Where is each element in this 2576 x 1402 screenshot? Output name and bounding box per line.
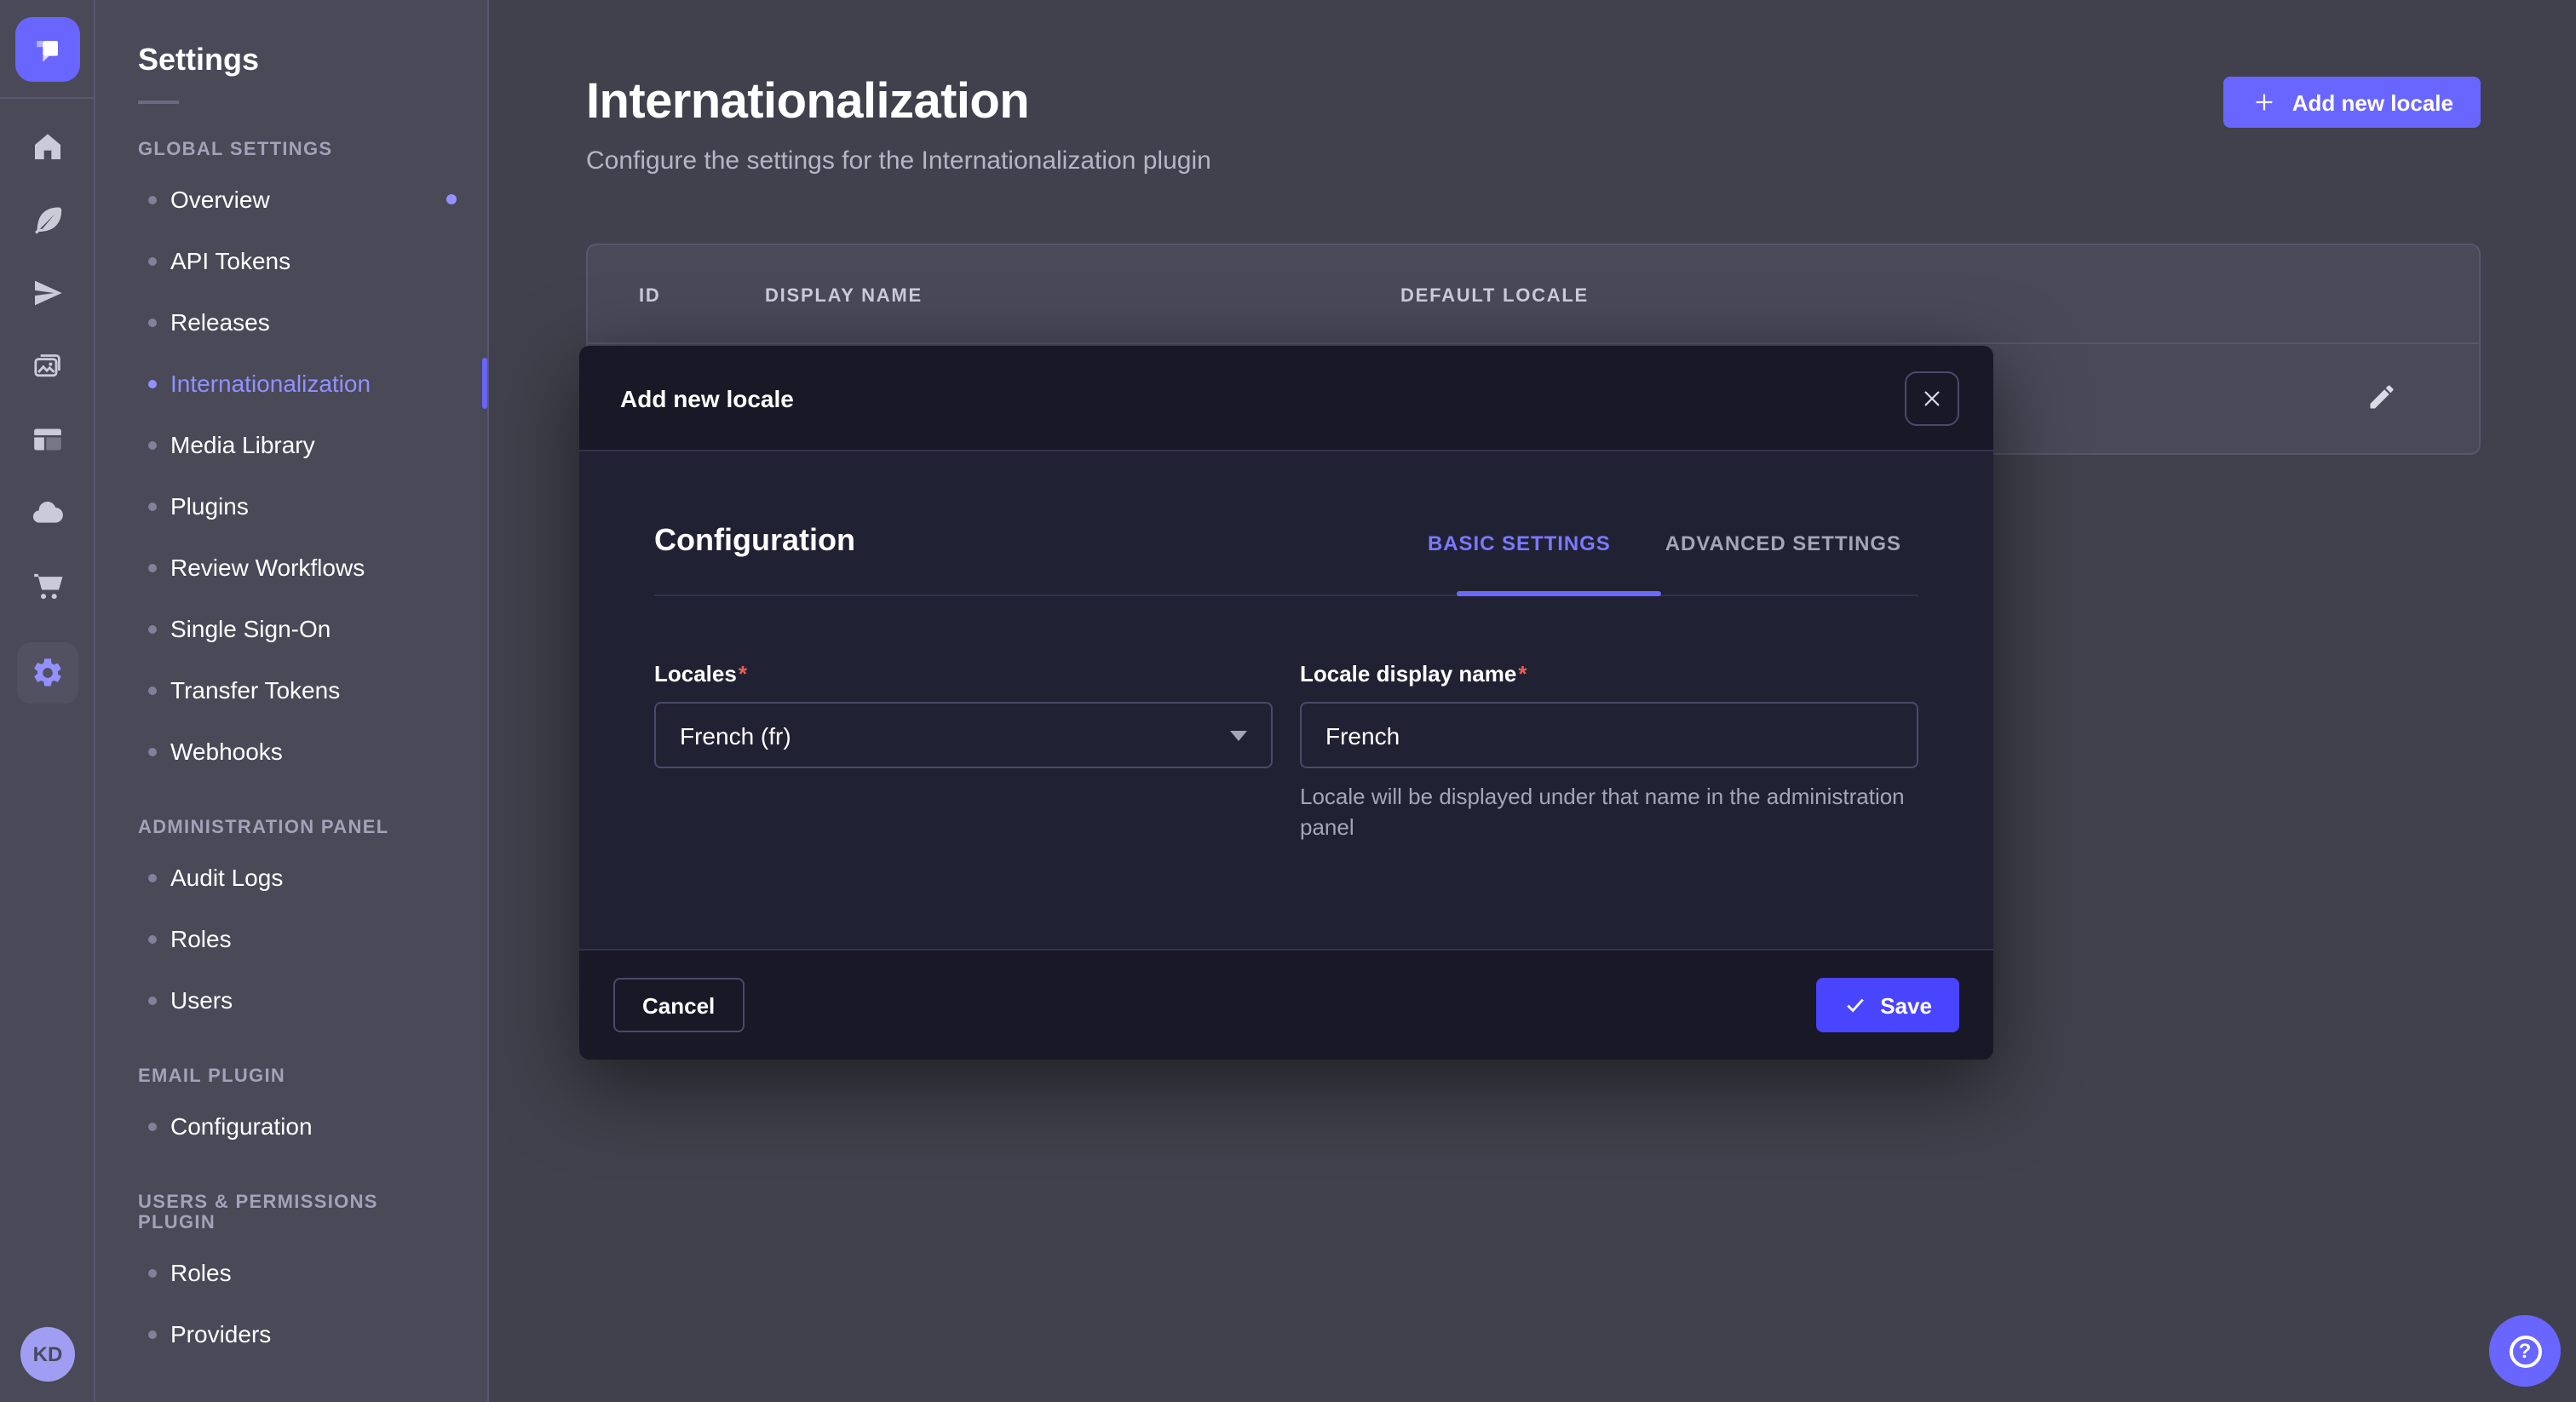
locales-select[interactable]: French (fr): [654, 702, 1273, 768]
save-button[interactable]: Save: [1815, 978, 1959, 1032]
display-name-input[interactable]: [1300, 702, 1918, 768]
modal-body: Configuration BASIC SETTINGS ADVANCED SE…: [579, 451, 1993, 864]
locales-label: Locales*: [654, 661, 747, 687]
close-button[interactable]: [1905, 371, 1959, 425]
locales-select-value: French (fr): [680, 721, 791, 749]
settings-tabs: BASIC SETTINGS ADVANCED SETTINGS: [1428, 531, 1918, 555]
display-name-field: Locale display name* Locale will be disp…: [1300, 659, 1918, 864]
display-name-label: Locale display name*: [1300, 661, 1527, 687]
cancel-button[interactable]: Cancel: [613, 978, 744, 1032]
tab-advanced-settings[interactable]: ADVANCED SETTINGS: [1665, 531, 1901, 555]
tabs-divider: [654, 595, 1918, 596]
chevron-down-icon: [1230, 730, 1247, 740]
configuration-title: Configuration: [654, 523, 855, 559]
close-icon: [1918, 384, 1946, 411]
required-asterisk: *: [1518, 661, 1527, 687]
add-new-locale-modal: Add new locale Configuration BASIC SETTI…: [579, 346, 1993, 1060]
configuration-header: Configuration BASIC SETTINGS ADVANCED SE…: [654, 451, 1918, 559]
modal-header: Add new locale: [579, 346, 1993, 451]
display-name-hint: Locale will be displayed under that name…: [1300, 782, 1918, 842]
modal-title: Add new locale: [620, 384, 794, 411]
strapi-settings-page: KD Settings GLOBAL SETTINGS Overview API…: [0, 0, 2576, 1402]
locale-form: Locales* French (fr) Locale display name…: [654, 659, 1918, 864]
locales-field: Locales* French (fr): [654, 659, 1273, 864]
active-tab-underline: [1457, 591, 1661, 596]
modal-footer: Cancel Save: [579, 949, 1993, 1060]
check-icon: [1843, 993, 1866, 1017]
required-asterisk: *: [739, 661, 747, 687]
tab-basic-settings[interactable]: BASIC SETTINGS: [1428, 531, 1611, 555]
